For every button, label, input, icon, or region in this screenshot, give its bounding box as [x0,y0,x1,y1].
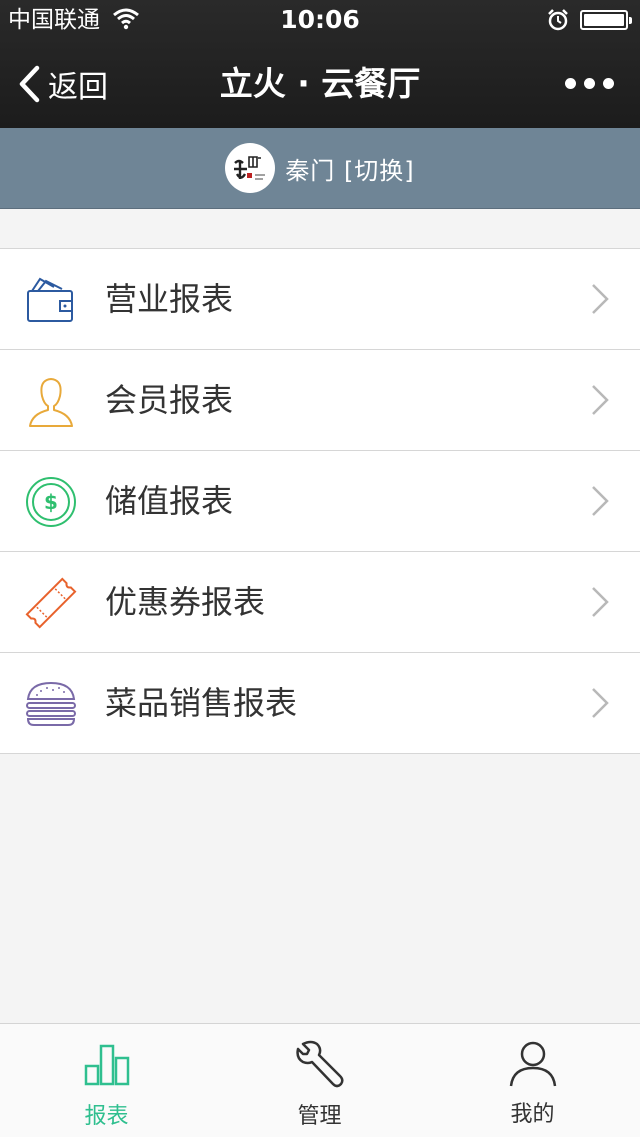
battery-icon [580,10,632,30]
svg-text:$: $ [44,490,58,514]
tab-mine[interactable]: 我的 [426,1024,639,1137]
list-item-member-report[interactable]: 会员报表 [0,350,640,451]
top-bar: 中国联通 10:06 返回 立火 · 云餐厅 [0,0,640,128]
tab-label: 报表 [84,1104,129,1129]
dollar-coin-icon: $ [26,477,76,527]
chevron-right-icon [592,284,609,314]
more-dot-icon [565,78,576,89]
wallet-icon [27,277,73,322]
chevron-right-icon [592,688,609,718]
list-item-label: 会员报表 [105,381,234,419]
member-icon [29,378,73,427]
list-item-business-report[interactable]: 营业报表 [0,249,640,350]
store-switcher[interactable]: 秦门 [切换] [0,128,640,209]
list-item-label: 菜品销售报表 [105,684,298,722]
list-item-coupon-report[interactable]: 优惠券报表 [0,552,640,653]
list-item-dish-sales-report[interactable]: 菜品销售报表 [0,653,640,754]
user-icon [509,1041,556,1087]
more-dot-icon [584,78,595,89]
nav-bar: 返回 立火 · 云餐厅 [0,40,640,128]
status-bar: 中国联通 10:06 [0,0,640,40]
more-button[interactable] [565,78,614,89]
chevron-right-icon [592,385,609,415]
tab-label: 我的 [510,1102,555,1127]
report-list: 营业报表 会员报表 $ 储值报表 优惠券报表 菜品销售报表 [0,248,640,754]
clock: 10:06 [280,5,360,34]
alarm-icon [548,9,568,31]
bar-chart-icon [84,1044,129,1086]
list-item-stored-value-report[interactable]: $ 储值报表 [0,451,640,552]
tab-label: 管理 [297,1104,342,1129]
tab-reports[interactable]: 报表 [0,1024,213,1137]
chevron-right-icon [592,587,609,617]
more-dot-icon [603,78,614,89]
burger-icon [26,681,76,726]
tab-manage[interactable]: 管理 [213,1024,426,1137]
tab-bar: 报表 管理 我的 [0,1023,640,1137]
page-title: 立火 · 云餐厅 [219,64,421,103]
store-name: 秦门 [切换] [285,156,415,185]
wrench-icon [295,1040,344,1088]
list-item-label: 营业报表 [105,280,234,318]
store-logo [225,143,276,193]
coupon-icon [25,577,77,629]
list-item-label: 优惠券报表 [105,583,266,621]
chevron-right-icon [592,486,609,516]
list-item-label: 储值报表 [105,482,234,520]
